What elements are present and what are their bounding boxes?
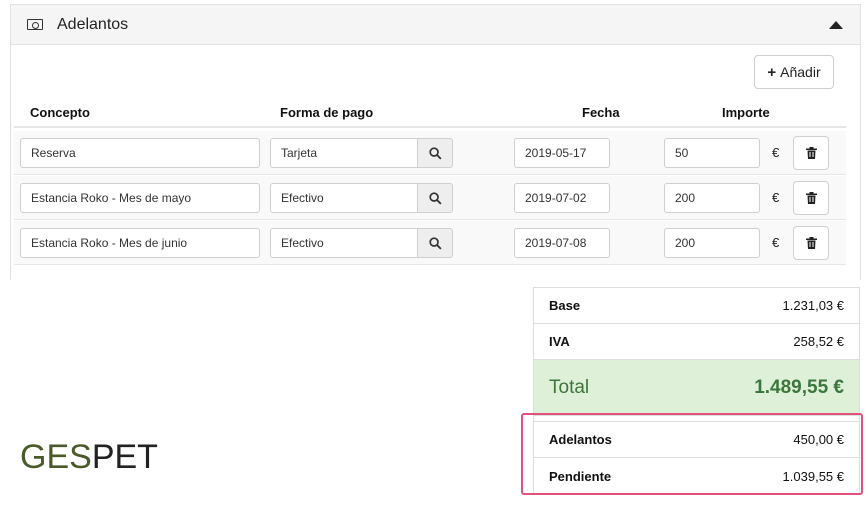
- panel-title: Adelantos: [57, 15, 129, 33]
- trash-icon: [805, 237, 817, 249]
- column-header-fecha: Fecha: [582, 105, 620, 120]
- base-label: Base: [549, 298, 581, 313]
- currency-symbol: €: [772, 145, 780, 160]
- chevron-up-icon: [829, 20, 843, 29]
- forma-pago-input[interactable]: [270, 183, 418, 213]
- totals-row-adelantos: Adelantos 450,00 €: [534, 422, 859, 458]
- forma-pago-input[interactable]: [270, 138, 418, 168]
- logo-part-ges: GES: [20, 438, 92, 476]
- fecha-input[interactable]: [514, 183, 610, 213]
- gespet-logo: GESPET: [20, 440, 158, 474]
- base-value: 1.231,03 €: [782, 298, 844, 313]
- currency-symbol: €: [772, 190, 780, 205]
- fecha-input[interactable]: [514, 138, 610, 168]
- total-label: Total: [549, 376, 590, 398]
- totals-row-pendiente: Pendiente 1.039,55 €: [534, 458, 859, 494]
- pendiente-label: Pendiente: [549, 468, 612, 484]
- iva-value: 258,52 €: [793, 334, 844, 349]
- trash-icon: [805, 147, 817, 159]
- column-header-importe: Importe: [722, 105, 770, 120]
- total-value: 1.489,55 €: [754, 376, 844, 398]
- totals-table: Base 1.231,03 € IVA 258,52 € Total 1.489…: [533, 287, 860, 495]
- column-header-concepto: Concepto: [30, 105, 90, 120]
- table-row: €: [14, 131, 846, 175]
- delete-button[interactable]: [793, 136, 829, 170]
- importe-input[interactable]: [664, 228, 760, 258]
- trash-icon: [805, 192, 817, 204]
- concepto-input[interactable]: [20, 228, 260, 258]
- search-icon: [428, 191, 442, 205]
- search-icon: [428, 146, 442, 160]
- search-button[interactable]: [417, 228, 453, 258]
- totals-row-iva: IVA 258,52 €: [534, 324, 859, 360]
- adelantos-value: 450,00 €: [793, 432, 844, 447]
- search-icon: [428, 236, 442, 250]
- logo-part-pet: PET: [91, 438, 158, 476]
- panel-header: Adelantos: [11, 5, 860, 45]
- totals-row-base: Base 1.231,03 €: [534, 288, 859, 324]
- search-button[interactable]: [417, 138, 453, 168]
- delete-button[interactable]: [793, 181, 829, 215]
- column-header-forma-pago: Forma de pago: [280, 105, 374, 120]
- delete-button[interactable]: [793, 226, 829, 260]
- search-button[interactable]: [417, 183, 453, 213]
- totals-row-total: Total 1.489,55 €: [534, 360, 859, 416]
- money-icon: [27, 19, 43, 30]
- collapse-button[interactable]: [826, 15, 846, 35]
- plus-icon: +: [767, 63, 777, 81]
- header-divider: [14, 126, 846, 128]
- forma-pago-input[interactable]: [270, 228, 418, 258]
- concepto-input[interactable]: [20, 138, 260, 168]
- add-button[interactable]: + Añadir: [754, 55, 834, 89]
- table-row: €: [14, 221, 846, 265]
- iva-label: IVA: [549, 334, 570, 349]
- table-row: €: [14, 176, 846, 220]
- importe-input[interactable]: [664, 138, 760, 168]
- add-button-label: Añadir: [780, 64, 821, 80]
- pendiente-value: 1.039,55 €: [782, 468, 844, 484]
- concepto-input[interactable]: [20, 183, 260, 213]
- importe-input[interactable]: [664, 183, 760, 213]
- adelantos-label: Adelantos: [549, 432, 612, 447]
- currency-symbol: €: [772, 235, 780, 250]
- fecha-input[interactable]: [514, 228, 610, 258]
